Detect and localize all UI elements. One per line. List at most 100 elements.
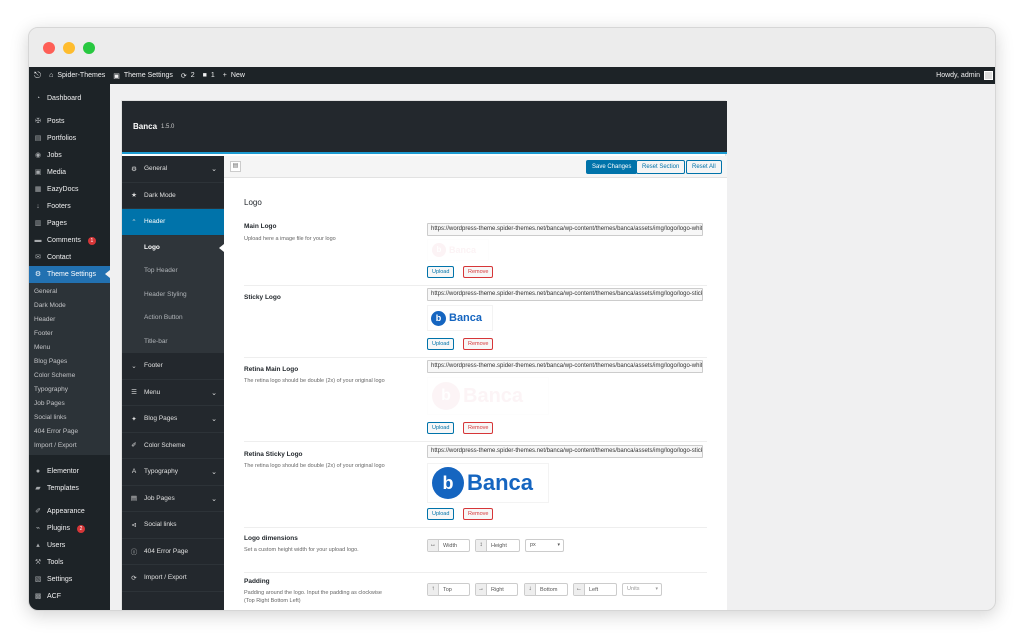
section-dark-mode[interactable]: ★ Dark Mode [122,183,224,209]
menu-item-templates[interactable]: ▰ Templates [29,480,110,497]
menu-item-label: Footers [47,203,71,210]
sticky-logo-url-input[interactable]: https://wordpress-theme.spider-themes.ne… [427,288,703,301]
menu-item-plugins[interactable]: ⌁ Plugins 2 [29,520,110,537]
main-logo-url-input[interactable]: https://wordpress-theme.spider-themes.ne… [427,223,703,236]
menu-item-jobs[interactable]: ◉ Jobs [29,147,110,164]
section-general[interactable]: ⚙ General ⌄ [122,156,224,183]
menu-item-eazydocs[interactable]: ▦ EazyDocs [29,181,110,198]
field-description: The retina logo should be double (2x) of… [244,378,385,384]
field-label: Padding [244,578,270,585]
page-icon: ▤ [130,495,138,503]
content-area: Banca 1.5.0 ⚙ General ⌄ ★ Dark Mode ⌃ Header… [110,84,995,610]
maximize-window-button[interactable] [83,42,95,54]
padding-bottom-input[interactable]: ↓ Bottom [524,583,568,596]
admin-bar-new[interactable]: + New [223,67,245,84]
minimize-window-button[interactable] [63,42,75,54]
section-404-error-page[interactable]: ⓘ 404 Error Page [122,539,224,565]
submenu-item-footer[interactable]: Footer [29,327,110,341]
padding-top-input[interactable]: ↑ Top [427,583,470,596]
field-label: Retina Main Logo [244,366,299,373]
logo-mark: b [431,310,446,326]
wordpress-logo-icon[interactable]: ⎋ [34,67,41,84]
admin-bar-site[interactable]: ⌂ Spider-Themes [49,67,105,84]
menu-item-theme-settings[interactable]: ⚙ Theme Settings [29,266,110,283]
section-blog-pages[interactable]: ✦ Blog Pages ⌄ [122,406,224,433]
arrow-up-icon: ↑ [428,584,439,595]
menu-item-comments[interactable]: ▬ Comments 1 [29,232,110,249]
arrow-left-icon: ← [574,584,585,595]
field-description: The retina logo should be double (2x) of… [244,463,385,469]
padding-units-select[interactable]: Units ▾ [622,583,662,596]
arrow-down-icon: ↓ [525,584,536,595]
units-value: Units [627,586,640,592]
submenu-item-blog-pages[interactable]: Blog Pages [29,355,110,369]
arrow-down-icon: ↓ [36,202,40,210]
section-color-scheme[interactable]: ✐ Color Scheme [122,433,224,459]
section-typography[interactable]: A Typography ⌄ [122,459,224,486]
submenu-item-menu[interactable]: Menu [29,341,110,355]
menu-item-posts[interactable]: ✠ Posts [29,113,110,130]
retina-main-logo-url-input[interactable]: https://wordpress-theme.spider-themes.ne… [427,360,703,373]
section-social-links[interactable]: ⊲ Social links [122,512,224,539]
remove-button[interactable]: Remove [463,508,494,520]
submenu-item-dark-mode[interactable]: Dark Mode [29,299,110,313]
menu-item-dashboard[interactable]: ◔ Dashboard [29,90,110,107]
subsection-header-styling[interactable]: Header Styling [122,283,224,307]
unit-select[interactable]: px ▾ [525,539,564,552]
site-name: Spider-Themes [57,72,106,79]
field-padding: Padding Padding around the logo. Input t… [244,576,707,610]
submenu-item-header[interactable]: Header [29,313,110,327]
section-job-pages[interactable]: ▤ Job Pages ⌄ [122,486,224,512]
section-header[interactable]: ⌃ Header [122,209,224,236]
menu-item-appearance[interactable]: ✐ Appearance [29,503,110,520]
reset-section-button[interactable]: Reset Section [636,160,686,174]
section-footer[interactable]: ⌄ Footer [122,353,224,380]
menu-item-contact[interactable]: ✉ Contact [29,249,110,266]
subsection-title-bar[interactable]: Title-bar [122,330,224,354]
pin-icon: ✠ [35,117,41,125]
pages-icon: ▥ [34,219,42,227]
upload-button[interactable]: Upload [427,422,455,434]
admin-bar-updates[interactable]: ⟳ 2 [181,67,195,84]
padding-right-input[interactable]: → Right [475,583,518,596]
section-import-export[interactable]: ⟳ Import / Export [122,565,224,592]
menu-item-portfolios[interactable]: ▤ Portfolios [29,130,110,147]
menu-item-footers[interactable]: ↓ Footers [29,198,110,215]
menu-item-users[interactable]: ▴ Users [29,537,110,554]
width-input[interactable]: ↔ Width [427,539,470,552]
upload-button[interactable]: Upload [427,508,455,520]
padding-left-input[interactable]: ← Left [573,583,617,596]
section-menu[interactable]: ☰ Menu ⌄ [122,380,224,406]
menu-item-tools[interactable]: ⚒ Tools [29,554,110,571]
submenu-item-typography[interactable]: Typography [29,383,110,397]
submenu-item-import-export[interactable]: Import / Export [29,439,110,453]
subsection-top-header[interactable]: Top Header [122,259,224,283]
submenu-item-job-pages[interactable]: Job Pages [29,397,110,411]
menu-item-elementor[interactable]: ● Elementor [29,463,110,480]
height-input[interactable]: ↕ Height [475,539,520,552]
subsection-action-button[interactable]: Action Button [122,306,224,330]
admin-bar-comments[interactable]: ■ 1 [203,67,215,84]
admin-bar-theme-settings[interactable]: ▣ Theme Settings [113,67,173,84]
submenu-item-general[interactable]: General [29,285,110,299]
upload-button[interactable]: Upload [427,266,455,278]
reset-all-button[interactable]: Reset All [686,160,722,174]
remove-button[interactable]: Remove [463,266,494,278]
menu-item-media[interactable]: ▣ Media [29,164,110,181]
admin-bar-account[interactable]: Howdy, admin [936,67,993,84]
submenu-item-404-error-page[interactable]: 404 Error Page [29,425,110,439]
subsection-logo[interactable]: Logo [122,236,224,260]
user-icon: ▴ [36,541,40,549]
submenu-item-social-links[interactable]: Social links [29,411,110,425]
remove-button[interactable]: Remove [463,338,494,350]
menu-item-pages[interactable]: ▥ Pages [29,215,110,232]
menu-item-settings[interactable]: ▧ Settings [29,571,110,588]
remove-button[interactable]: Remove [463,422,494,434]
retina-sticky-logo-url-input[interactable]: https://wordpress-theme.spider-themes.ne… [427,445,703,458]
submenu-item-color-scheme[interactable]: Color Scheme [29,369,110,383]
upload-button[interactable]: Upload [427,338,455,350]
menu-item-acf[interactable]: ▩ ACF [29,588,110,605]
expand-options-icon[interactable]: ▤ [230,161,241,172]
close-window-button[interactable] [43,42,55,54]
save-changes-button[interactable]: Save Changes [586,160,638,174]
